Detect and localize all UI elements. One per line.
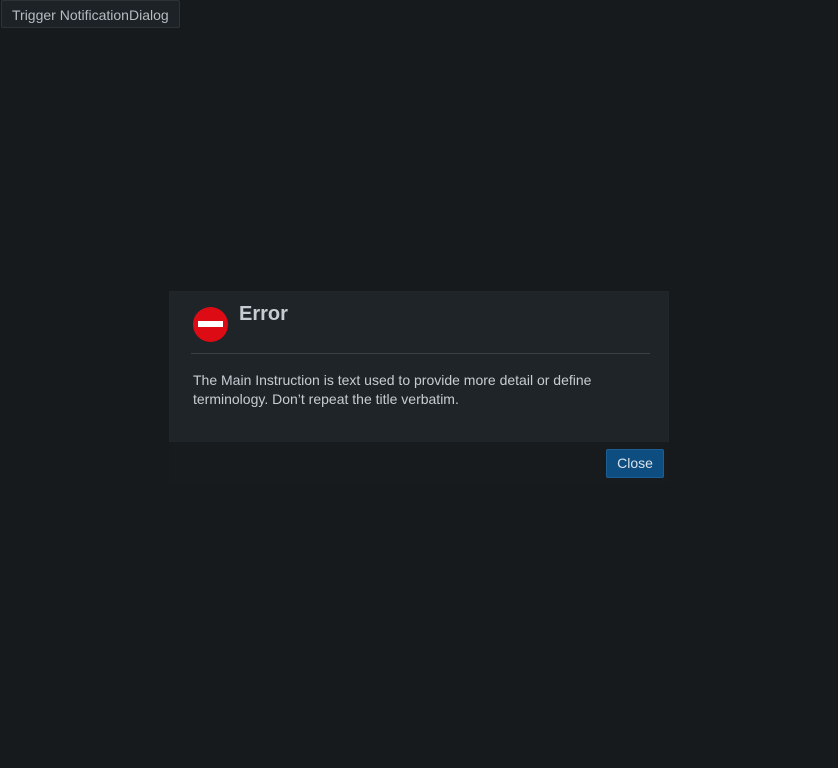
dialog-body: Error The Main Instruction is text used …	[169, 291, 669, 442]
error-stop-icon	[193, 307, 228, 342]
dialog-message: The Main Instruction is text used to pro…	[193, 372, 592, 407]
trigger-notification-dialog-button[interactable]: Trigger NotificationDialog	[1, 0, 180, 28]
dialog-footer: Close	[169, 442, 669, 483]
error-icon-bar	[198, 321, 223, 327]
dialog-title: Error	[239, 303, 288, 325]
notification-dialog: Error The Main Instruction is text used …	[169, 291, 669, 483]
dialog-divider	[191, 353, 650, 354]
close-button[interactable]: Close	[606, 449, 664, 478]
